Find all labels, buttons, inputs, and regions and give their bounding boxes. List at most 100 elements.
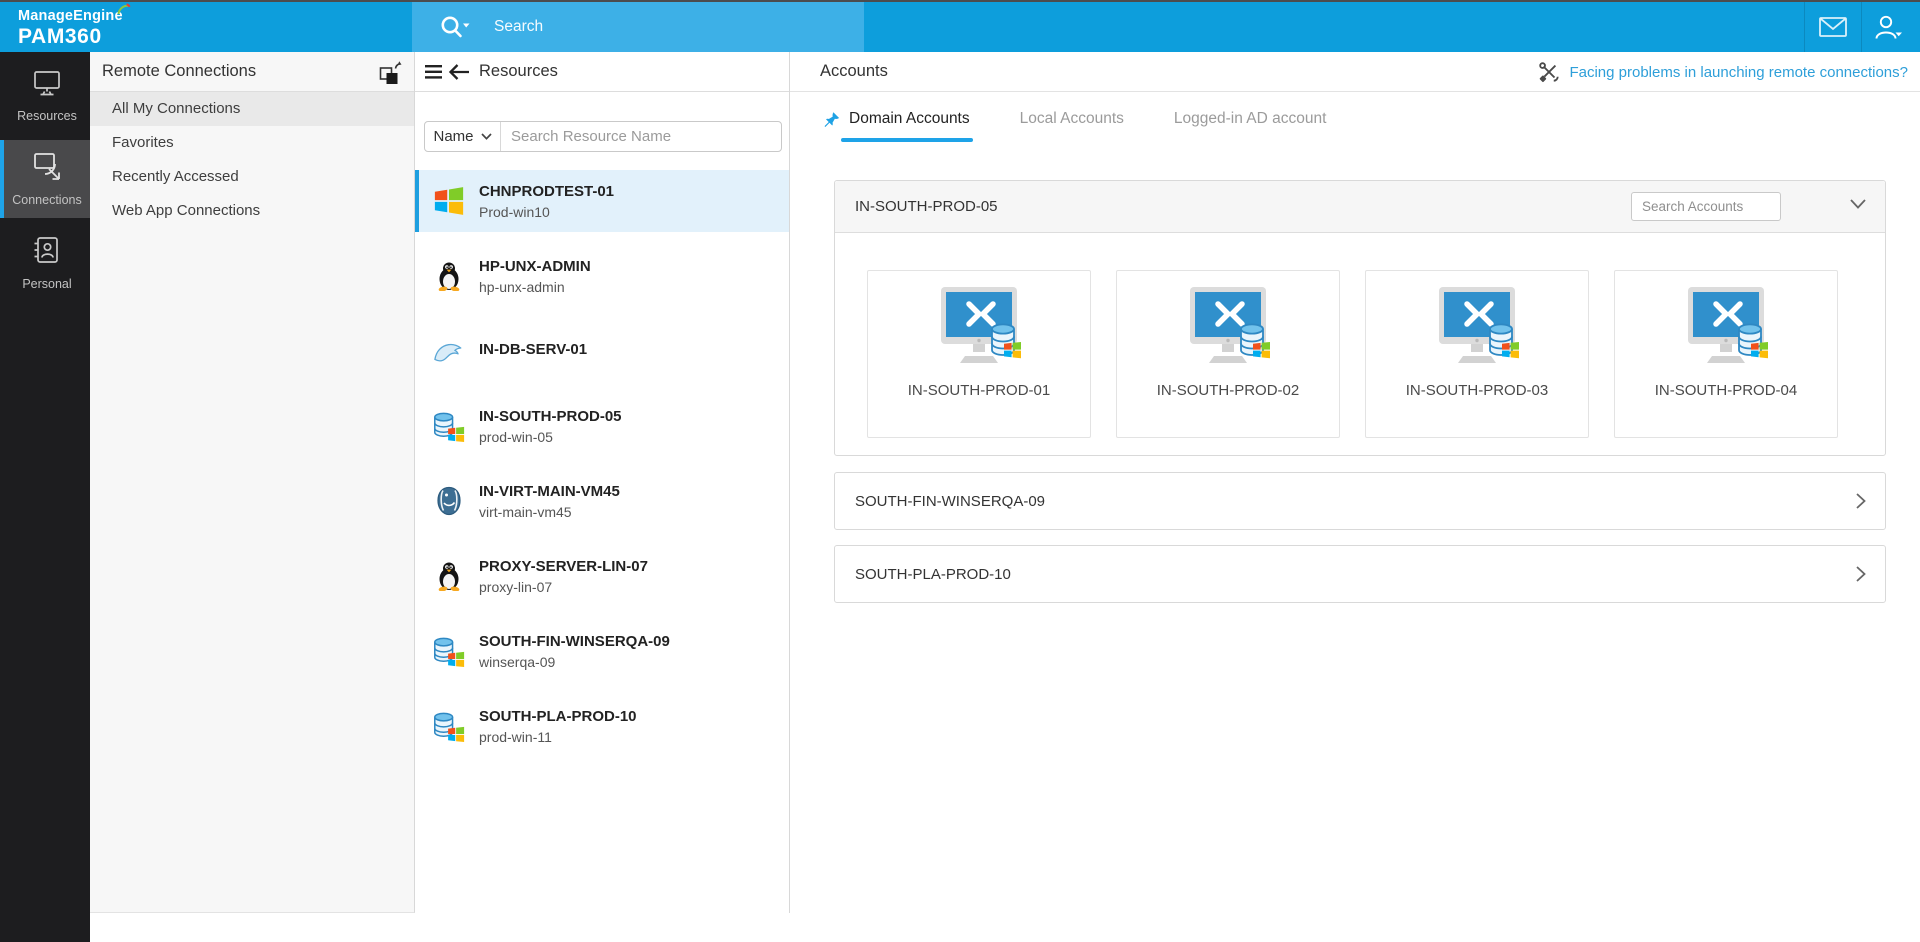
linux-icon (433, 260, 465, 292)
connections-item-all-my-connections[interactable]: All My Connections (90, 92, 414, 126)
search-accounts-input[interactable] (1631, 192, 1781, 221)
resource-name: IN-DB-SERV-01 (479, 340, 588, 358)
resource-subtitle: Prod-win10 (479, 203, 550, 220)
windows-database-icon (433, 635, 465, 667)
account-card-in-south-prod-03[interactable]: IN-SOUTH-PROD-03 (1365, 270, 1589, 438)
connections-item-label: All My Connections (112, 100, 241, 117)
resource-row-in-virt-main-vm45[interactable]: IN-VIRT-MAIN-VM45 virt-main-vm45 (415, 470, 789, 532)
linux-icon (433, 560, 465, 592)
connections-item-web-app-connections[interactable]: Web App Connections (90, 194, 414, 228)
resources-title: Resources (479, 62, 558, 80)
resource-filter-dropdown[interactable]: Name (425, 122, 501, 151)
mail-icon[interactable] (1819, 17, 1847, 37)
account-group-title: SOUTH-FIN-WINSERQA-09 (855, 492, 1046, 510)
tab-label: Local Accounts (1019, 110, 1124, 127)
account-card-in-south-prod-02[interactable]: IN-SOUTH-PROD-02 (1116, 270, 1340, 438)
account-group-south-pla-prod-10[interactable]: SOUTH-PLA-PROD-10 (834, 545, 1886, 603)
sidebar-item-label: Resources (17, 109, 77, 123)
topbar-separator (1804, 2, 1805, 52)
window-top-edge (0, 0, 1920, 2)
resource-search-bar: Name (424, 121, 782, 152)
collapse-panel-arrow-icon[interactable] (448, 63, 470, 81)
windows-icon (433, 185, 465, 217)
resource-row-in-south-prod-05[interactable]: IN-SOUTH-PROD-05 prod-win-05 (415, 395, 789, 457)
sidebar-item-label: Personal (22, 277, 72, 291)
resource-name: IN-VIRT-MAIN-VM45 (479, 482, 620, 500)
resource-name: CHNPRODTEST-01 (479, 182, 615, 200)
windows-database-icon (433, 710, 465, 742)
account-card-in-south-prod-01[interactable]: IN-SOUTH-PROD-01 (867, 270, 1091, 438)
account-card-in-south-prod-04[interactable]: IN-SOUTH-PROD-04 (1614, 270, 1838, 438)
menu-icon[interactable] (425, 65, 442, 79)
account-group-header[interactable]: IN-SOUTH-PROD-05 (835, 181, 1885, 233)
sidebar-item-personal[interactable]: Personal (0, 224, 90, 302)
connections-item-recently-accessed[interactable]: Recently Accessed (90, 160, 414, 194)
account-group-title: SOUTH-PLA-PROD-10 (855, 565, 1011, 583)
account-name: IN-SOUTH-PROD-01 (907, 382, 1051, 399)
resource-row-proxy-server-lin-07[interactable]: PROXY-SERVER-LIN-07 proxy-lin-07 (415, 545, 789, 607)
help-link[interactable]: Facing problems in launching remote conn… (1538, 61, 1908, 83)
search-icon[interactable] (438, 15, 472, 39)
resource-search-input[interactable] (501, 128, 781, 145)
accounts-title: Accounts (820, 62, 888, 80)
resource-name: SOUTH-PLA-PROD-10 (479, 707, 637, 725)
resource-subtitle: proxy-lin-07 (479, 578, 553, 595)
chevron-down-icon[interactable] (1849, 198, 1867, 210)
connections-item-label: Recently Accessed (112, 168, 239, 185)
resource-subtitle: hp-unx-admin (479, 278, 565, 295)
postgresql-icon (433, 485, 465, 517)
brand-logo[interactable]: ManageEngine PAM360 (18, 3, 131, 49)
account-group-in-south-prod-05: IN-SOUTH-PROD-05 Search Accounts IN-SOUT… (834, 180, 1886, 456)
popout-icon[interactable] (378, 60, 404, 86)
tools-icon (1539, 62, 1560, 83)
pin-icon (824, 111, 840, 127)
rdp-connection-icon (1176, 285, 1280, 376)
chevron-right-icon[interactable] (1855, 565, 1867, 583)
account-group-title: IN-SOUTH-PROD-05 (855, 198, 998, 215)
topbar-separator (1861, 2, 1862, 52)
connections-item-favorites[interactable]: Favorites (90, 126, 414, 160)
remote-connections-panel: Remote Connections All My Connections Fa… (90, 52, 415, 913)
help-link-text: Facing problems in launching remote conn… (1569, 63, 1908, 81)
resource-name: HP-UNX-ADMIN (479, 257, 591, 275)
chevron-right-icon[interactable] (1855, 492, 1867, 510)
user-menu-icon[interactable] (1874, 14, 1904, 40)
brand-manageengine: ManageEngine (18, 3, 131, 24)
resources-header: Resources (415, 52, 789, 92)
resource-name: PROXY-SERVER-LIN-07 (479, 557, 648, 575)
resource-row-chnprodtest-01[interactable]: CHNPRODTEST-01 Prod-win10 (415, 170, 789, 232)
accounts-panel: Accounts Facing problems in launching re… (790, 52, 1920, 942)
resource-row-south-pla-prod-10[interactable]: SOUTH-PLA-PROD-10 prod-win-11 (415, 695, 789, 757)
tab-local-accounts[interactable]: Local Accounts (1016, 106, 1128, 142)
tab-domain-accounts[interactable]: Domain Accounts (820, 106, 974, 142)
brand-swoosh-icon (117, 3, 131, 15)
resource-row-hp-unx-admin[interactable]: HP-UNX-ADMIN hp-unx-admin (415, 245, 789, 307)
global-search-input[interactable] (492, 17, 802, 37)
resource-row-south-fin-winserqa-09[interactable]: SOUTH-FIN-WINSERQA-09 winserqa-09 (415, 620, 789, 682)
address-book-icon (34, 237, 58, 263)
monitor-icon (34, 71, 60, 96)
brand-manageengine-text: ManageEngine (18, 8, 123, 24)
resource-row-in-db-serv-01[interactable]: IN-DB-SERV-01 (415, 320, 789, 382)
tab-logged-in-ad-account[interactable]: Logged-in AD account (1170, 106, 1331, 142)
sidebar-item-label: Connections (12, 193, 82, 207)
rdp-connection-icon (927, 285, 1031, 376)
remote-connections-header: Remote Connections (90, 52, 414, 92)
accounts-tabs: Domain Accounts Local Accounts Logged-in… (820, 106, 1372, 142)
tab-label: Logged-in AD account (1173, 110, 1327, 127)
connections-item-label: Web App Connections (112, 202, 261, 219)
account-group-south-fin-winserqa-09[interactable]: SOUTH-FIN-WINSERQA-09 (834, 472, 1886, 530)
sidebar-item-resources[interactable]: Resources (0, 58, 90, 134)
remote-connections-title: Remote Connections (102, 62, 257, 80)
connections-item-label: Favorites (112, 134, 174, 151)
account-name: IN-SOUTH-PROD-03 (1405, 382, 1549, 399)
account-group-body: IN-SOUTH-PROD-01 IN-SOUTH-PROD-02 IN-SOU… (835, 233, 1885, 455)
chevron-down-icon (480, 133, 492, 140)
resource-name: IN-SOUTH-PROD-05 (479, 407, 622, 425)
resource-list: CHNPRODTEST-01 Prod-win10 HP-UNX-ADMIN h… (415, 170, 789, 770)
resource-subtitle: prod-win-11 (479, 728, 552, 745)
remote-connections-list: All My Connections Favorites Recently Ac… (90, 92, 414, 228)
accounts-header: Accounts Facing problems in launching re… (790, 52, 1920, 92)
resource-filter-label: Name (433, 128, 474, 145)
sidebar-item-connections[interactable]: Connections (0, 140, 90, 218)
